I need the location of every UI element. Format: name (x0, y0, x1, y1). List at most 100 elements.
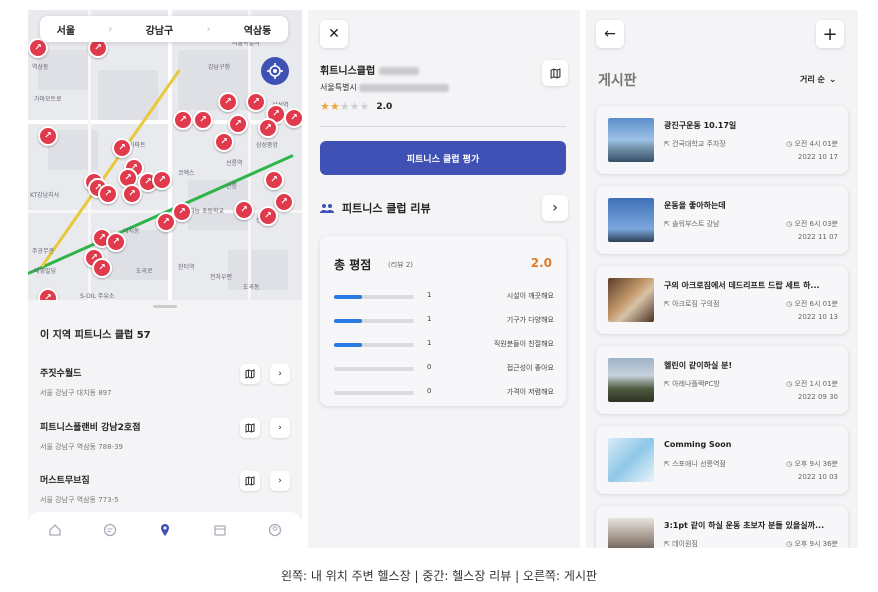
criterion-count: 0 (427, 363, 432, 371)
club-address: 서울 강남구 역삼동 788-39 (40, 443, 123, 451)
blurred-text (359, 83, 450, 92)
profile-icon[interactable] (268, 523, 282, 537)
gym-pin[interactable]: ↗ (112, 138, 132, 158)
post-location: ⇱ 데이원짐 (664, 539, 698, 548)
club-map-button[interactable] (240, 364, 260, 384)
post-date: 2022 10 13 (797, 313, 838, 321)
rating-bar-fill (334, 343, 362, 347)
map-label: 선릉 (226, 183, 238, 190)
post-time-value: 오후 9시 36분 (794, 460, 838, 468)
gym-pin[interactable]: ↗ (106, 232, 126, 252)
rating-criterion-row: 0 가격이 저렴해요 (334, 386, 554, 400)
rating-criterion-row: 0 접근성이 좋아요 (334, 362, 554, 376)
post-location: ⇱ 솔워부스트 강남 (664, 219, 719, 229)
plus-icon: + (822, 23, 838, 45)
post-date: 2022 10 03 (797, 473, 838, 481)
gym-pin[interactable]: ↗ (173, 110, 193, 130)
gym-pin[interactable]: ↗ (156, 212, 176, 232)
post-date: 2022 10 17 (797, 153, 838, 161)
breadcrumb-district[interactable]: 강남구 (146, 22, 174, 37)
criterion-label: 직원분들이 친절해요 (493, 340, 554, 348)
star-empty-icon: ★ (349, 100, 360, 113)
map-label: 가마모트로 (34, 96, 62, 103)
post-card[interactable]: 광진구운동 10.17일 ⇱ 건국대학교 주차장 ◷ 오전 4시 01분 2022 1… (596, 106, 848, 174)
link-icon: ⇱ (664, 300, 673, 308)
gym-pin[interactable]: ↗ (246, 92, 266, 112)
close-button[interactable]: ✕ (320, 20, 348, 48)
arrow-left-icon: ← (604, 26, 616, 42)
calendar-icon[interactable] (213, 523, 227, 537)
location-icon[interactable] (158, 523, 172, 537)
chevron-right-icon: › (206, 23, 211, 35)
post-time: ◷ 오후 9시 36분 (786, 459, 838, 469)
add-post-button[interactable]: + (816, 20, 844, 48)
criterion-label: 접근성이 좋아요 (506, 364, 554, 372)
club-detail-button[interactable]: › (270, 364, 290, 384)
rate-club-button[interactable]: 피트니스 클럽 평가 (320, 141, 566, 175)
map-view[interactable]: 서울특별시 역삼동 강남구청 선릉역 선릉 삼성중앙 대치동 선정릉 도곡동 K… (28, 10, 302, 300)
back-button[interactable]: ← (596, 20, 624, 48)
gym-pin[interactable]: ↗ (98, 184, 118, 204)
post-card[interactable]: 헬린이 같이하실 분! ⇱ 아레나플랙PC방 ◷ 오전 1시 01분 2022 09 … (596, 346, 848, 414)
home-icon[interactable] (48, 523, 62, 537)
map-label: 대영빌딩 (34, 268, 57, 275)
post-place-name: 아크로짐 구의점 (672, 300, 720, 308)
link-icon: ⇱ (664, 220, 673, 228)
club-map-button[interactable] (240, 418, 260, 438)
map-label: 도곡로 (136, 268, 153, 275)
gym-pin[interactable]: ↗ (258, 118, 278, 138)
club-item[interactable]: 머스트무브짐 서울 강남구 역삼동 773-5 › (40, 471, 292, 513)
club-count-title: 이 지역 피트니스 클럽 57 (40, 330, 151, 341)
gym-pin[interactable]: ↗ (234, 200, 254, 220)
divider (320, 126, 566, 127)
chevron-right-icon: › (278, 423, 282, 433)
link-icon: ⇱ (664, 540, 673, 548)
breadcrumb-dong[interactable]: 역삼동 (244, 22, 272, 37)
rating-criterion-row: 1 직원분들이 친절해요 (334, 338, 554, 352)
gym-pin[interactable]: ↗ (38, 126, 58, 146)
post-time: ◷ 오전 6시 01분 (786, 299, 838, 309)
club-item[interactable]: 주짓수월드 서울 강남구 대치동 897 › (40, 364, 292, 406)
post-card[interactable]: 구의 아크로짐에서 데드리프트 드랍 세트 하... ⇱ 아크로짐 구의점 ◷ 오전… (596, 266, 848, 334)
club-map-button[interactable] (240, 471, 260, 491)
gym-pin[interactable]: ↗ (258, 206, 278, 226)
my-location-button[interactable] (261, 57, 289, 85)
post-card[interactable]: 3:1pt 같이 하실 운동 초보자 분들 있을실까... ⇱ 데이원짐 ◷ 오후 … (596, 506, 848, 548)
post-card[interactable]: Comming Soon ⇱ 스포애니 선릉역점 ◷ 오후 9시 36분 2022 1… (596, 426, 848, 494)
map-icon (550, 67, 560, 79)
sort-label: 거리 순 (800, 75, 825, 84)
gym-pin[interactable]: ↗ (264, 170, 284, 190)
post-location: ⇱ 아크로짐 구의점 (664, 299, 719, 309)
gym-pin[interactable]: ↗ (218, 92, 238, 112)
gym-pin[interactable]: ↗ (228, 114, 248, 134)
gym-pin[interactable]: ↗ (284, 108, 302, 128)
gym-pin[interactable]: ↗ (152, 170, 172, 190)
chevron-down-icon: ⌄ (828, 74, 837, 85)
club-detail-button[interactable]: › (270, 418, 290, 438)
map-road (248, 10, 251, 300)
gym-pin[interactable]: ↗ (274, 192, 294, 212)
breadcrumb-city[interactable]: 서울 (57, 22, 75, 37)
post-card[interactable]: 운동을 좋아하는데 ⇱ 솔워부스트 강남 ◷ 오전 6시 03분 2022 11 07 (596, 186, 848, 254)
sheet-drag-handle[interactable] (153, 305, 177, 308)
gym-pin[interactable]: ↗ (193, 110, 213, 130)
post-time-value: 오전 6시 03분 (794, 220, 838, 228)
sort-dropdown[interactable]: 거리 순 ⌄ (800, 74, 836, 85)
criterion-label: 기구가 다양해요 (506, 316, 554, 324)
summary-count: (리뷰 2) (388, 261, 414, 269)
gym-pin[interactable]: ↗ (92, 258, 112, 278)
post-place-name: 건국대학교 주차장 (672, 140, 726, 148)
criterion-count: 0 (427, 387, 432, 395)
club-map-button[interactable] (542, 60, 568, 86)
gym-pin[interactable]: ↗ (122, 184, 142, 204)
map-label: S-OIL 주유소 (80, 293, 115, 300)
reviews-more-button[interactable]: › (542, 195, 568, 221)
chat-icon[interactable] (103, 523, 117, 537)
post-title: 광진구운동 10.17일 (664, 121, 737, 130)
club-detail-button[interactable]: › (270, 471, 290, 491)
club-item[interactable]: 피트니스플랜비 강남2호점 서울 강남구 역삼동 788-39 › (40, 418, 292, 460)
star-filled-icon: ★ (329, 100, 340, 113)
map-label: 주공무관 (32, 248, 55, 255)
gym-pin[interactable]: ↗ (214, 132, 234, 152)
gym-pin[interactable]: ↗ (38, 288, 58, 300)
